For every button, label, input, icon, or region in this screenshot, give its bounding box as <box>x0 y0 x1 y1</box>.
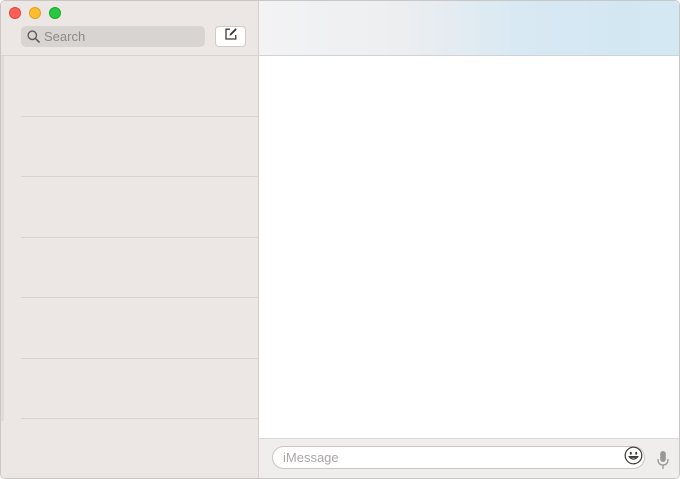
search-placeholder: Search <box>44 29 86 44</box>
microphone-icon <box>656 451 670 474</box>
conversation-row[interactable] <box>1 359 259 419</box>
compose-button[interactable] <box>215 26 246 47</box>
conversation-pane <box>259 1 679 478</box>
conversation-row[interactable] <box>1 117 259 177</box>
conversation-row[interactable] <box>1 298 259 359</box>
emoji-icon <box>624 446 643 470</box>
messages-window: Search <box>0 0 680 479</box>
conversation-row[interactable] <box>1 238 259 298</box>
emoji-button[interactable] <box>624 446 643 470</box>
conversation-row[interactable] <box>1 177 259 238</box>
conversation-row[interactable] <box>1 56 259 117</box>
sidebar: Search <box>1 1 259 478</box>
message-input[interactable] <box>272 446 645 469</box>
zoom-button[interactable] <box>49 7 61 19</box>
close-button[interactable] <box>9 7 21 19</box>
minimize-button[interactable] <box>29 7 41 19</box>
compose-icon <box>224 27 238 46</box>
message-transcript <box>259 56 679 438</box>
composer-bar <box>259 438 679 478</box>
conversation-header <box>259 1 679 56</box>
microphone-button[interactable] <box>656 450 670 470</box>
row-divider <box>21 418 259 419</box>
conversation-list <box>1 56 259 419</box>
search-icon <box>27 30 40 43</box>
window-controls <box>9 7 61 19</box>
search-field[interactable]: Search <box>21 26 205 47</box>
